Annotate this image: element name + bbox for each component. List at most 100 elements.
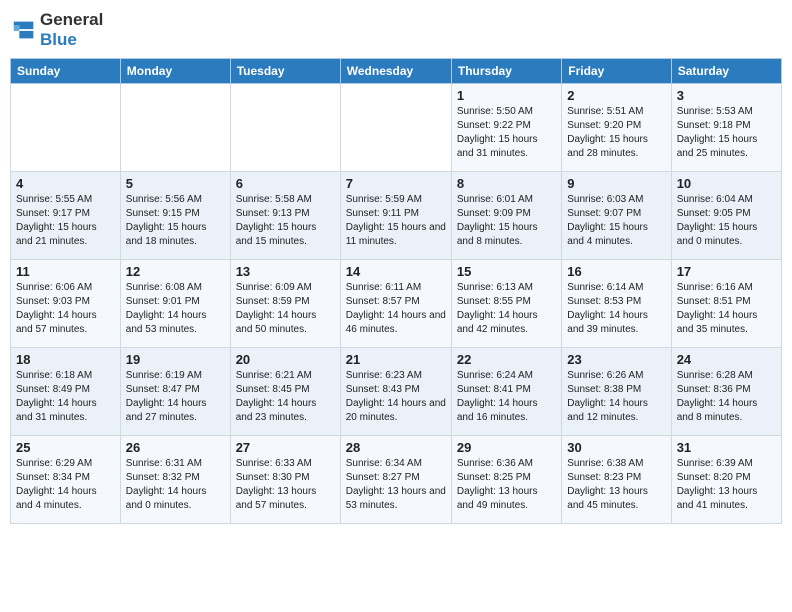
day-number: 30 (567, 440, 665, 455)
cell-content: Sunrise: 6:19 AM Sunset: 8:47 PM Dayligh… (126, 369, 225, 425)
day-number: 6 (236, 176, 335, 191)
cell-content: Sunrise: 5:56 AM Sunset: 9:15 PM Dayligh… (126, 193, 225, 249)
cell-content: Sunrise: 6:13 AM Sunset: 8:55 PM Dayligh… (457, 281, 556, 337)
cell-content: Sunrise: 6:16 AM Sunset: 8:51 PM Dayligh… (677, 281, 776, 337)
calendar-cell: 11 Sunrise: 6:06 AM Sunset: 9:03 PM Dayli… (11, 260, 121, 348)
page-header: General Blue (10, 10, 782, 50)
calendar-week-2: 4 Sunrise: 5:55 AM Sunset: 9:17 PM Daylig… (11, 172, 782, 260)
calendar-cell: 18Sunrise: 6:18 AM Sunset: 8:49 PM Dayli… (11, 348, 121, 436)
cell-content: Sunrise: 6:36 AM Sunset: 8:25 PM Dayligh… (457, 457, 556, 513)
day-number: 26 (126, 440, 225, 455)
cell-content: Sunrise: 6:11 AM Sunset: 8:57 PM Dayligh… (346, 281, 446, 337)
day-number: 2 (567, 88, 665, 103)
day-number: 13 (236, 264, 335, 279)
calendar-week-5: 25 Sunrise: 6:29 AM Sunset: 8:34 PM Dayli… (11, 436, 782, 524)
cell-content: Sunrise: 6:24 AM Sunset: 8:41 PM Dayligh… (457, 369, 556, 425)
calendar-cell: 13Sunrise: 6:09 AM Sunset: 8:59 PM Dayli… (230, 260, 340, 348)
day-number: 4 (16, 176, 115, 191)
calendar-cell: 28 Sunrise: 6:34 AM Sunset: 8:27 PM Dayli… (340, 436, 451, 524)
day-number: 17 (677, 264, 776, 279)
day-number: 14 (346, 264, 446, 279)
cell-content: Sunrise: 6:03 AM Sunset: 9:07 PM Dayligh… (567, 193, 665, 249)
cell-content: Sunrise: 6:08 AM Sunset: 9:01 PM Dayligh… (126, 281, 225, 337)
day-number: 29 (457, 440, 556, 455)
calendar-week-1: 1Sunrise: 5:50 AM Sunset: 9:22 PM Daylig… (11, 84, 782, 172)
day-number: 11 (16, 264, 115, 279)
calendar-cell: 20 Sunrise: 6:21 AM Sunset: 8:45 PM Dayli… (230, 348, 340, 436)
weekday-header-thursday: Thursday (451, 59, 561, 84)
calendar-cell: 2 Sunrise: 5:51 AM Sunset: 9:20 PM Daylig… (562, 84, 671, 172)
logo-text: General Blue (40, 10, 103, 50)
calendar-week-4: 18Sunrise: 6:18 AM Sunset: 8:49 PM Dayli… (11, 348, 782, 436)
calendar-cell: 23 Sunrise: 6:26 AM Sunset: 8:38 PM Dayli… (562, 348, 671, 436)
calendar-cell: 25 Sunrise: 6:29 AM Sunset: 8:34 PM Dayli… (11, 436, 121, 524)
calendar-table: SundayMondayTuesdayWednesdayThursdayFrid… (10, 58, 782, 524)
day-number: 31 (677, 440, 776, 455)
cell-content: Sunrise: 6:33 AM Sunset: 8:30 PM Dayligh… (236, 457, 335, 513)
cell-content: Sunrise: 6:26 AM Sunset: 8:38 PM Dayligh… (567, 369, 665, 425)
calendar-cell: 24 Sunrise: 6:28 AM Sunset: 8:36 PM Dayli… (671, 348, 781, 436)
calendar-cell: 7Sunrise: 5:59 AM Sunset: 9:11 PM Daylig… (340, 172, 451, 260)
calendar-cell (340, 84, 451, 172)
day-number: 25 (16, 440, 115, 455)
calendar-cell: 4 Sunrise: 5:55 AM Sunset: 9:17 PM Daylig… (11, 172, 121, 260)
day-number: 20 (236, 352, 335, 367)
cell-content: Sunrise: 6:28 AM Sunset: 8:36 PM Dayligh… (677, 369, 776, 425)
cell-content: Sunrise: 5:55 AM Sunset: 9:17 PM Dayligh… (16, 193, 115, 249)
cell-content: Sunrise: 6:23 AM Sunset: 8:43 PM Dayligh… (346, 369, 446, 425)
calendar-cell: 27 Sunrise: 6:33 AM Sunset: 8:30 PM Dayli… (230, 436, 340, 524)
calendar-cell: 8 Sunrise: 6:01 AM Sunset: 9:09 PM Daylig… (451, 172, 561, 260)
calendar-cell: 22 Sunrise: 6:24 AM Sunset: 8:41 PM Dayli… (451, 348, 561, 436)
calendar-cell: 5Sunrise: 5:56 AM Sunset: 9:15 PM Daylig… (120, 172, 230, 260)
cell-content: Sunrise: 6:01 AM Sunset: 9:09 PM Dayligh… (457, 193, 556, 249)
cell-content: Sunrise: 6:06 AM Sunset: 9:03 PM Dayligh… (16, 281, 115, 337)
calendar-cell (120, 84, 230, 172)
cell-content: Sunrise: 5:58 AM Sunset: 9:13 PM Dayligh… (236, 193, 335, 249)
day-number: 9 (567, 176, 665, 191)
day-number: 10 (677, 176, 776, 191)
cell-content: Sunrise: 6:31 AM Sunset: 8:32 PM Dayligh… (126, 457, 225, 513)
day-number: 16 (567, 264, 665, 279)
calendar-cell: 1Sunrise: 5:50 AM Sunset: 9:22 PM Daylig… (451, 84, 561, 172)
weekday-header-sunday: Sunday (11, 59, 121, 84)
calendar-cell: 12 Sunrise: 6:08 AM Sunset: 9:01 PM Dayli… (120, 260, 230, 348)
cell-content: Sunrise: 6:38 AM Sunset: 8:23 PM Dayligh… (567, 457, 665, 513)
calendar-cell: 26 Sunrise: 6:31 AM Sunset: 8:32 PM Dayli… (120, 436, 230, 524)
cell-content: Sunrise: 5:53 AM Sunset: 9:18 PM Dayligh… (677, 105, 776, 161)
weekday-header-friday: Friday (562, 59, 671, 84)
day-number: 28 (346, 440, 446, 455)
calendar-cell (230, 84, 340, 172)
calendar-week-3: 11 Sunrise: 6:06 AM Sunset: 9:03 PM Dayli… (11, 260, 782, 348)
calendar-cell: 3 Sunrise: 5:53 AM Sunset: 9:18 PM Daylig… (671, 84, 781, 172)
logo-icon (10, 16, 38, 44)
logo: General Blue (10, 10, 103, 50)
calendar-cell: 10 Sunrise: 6:04 AM Sunset: 9:05 PM Dayli… (671, 172, 781, 260)
weekday-header-saturday: Saturday (671, 59, 781, 84)
day-number: 23 (567, 352, 665, 367)
day-number: 27 (236, 440, 335, 455)
cell-content: Sunrise: 6:21 AM Sunset: 8:45 PM Dayligh… (236, 369, 335, 425)
calendar-cell: 31Sunrise: 6:39 AM Sunset: 8:20 PM Dayli… (671, 436, 781, 524)
calendar-cell (11, 84, 121, 172)
day-number: 22 (457, 352, 556, 367)
cell-content: Sunrise: 6:34 AM Sunset: 8:27 PM Dayligh… (346, 457, 446, 513)
day-number: 24 (677, 352, 776, 367)
cell-content: Sunrise: 6:04 AM Sunset: 9:05 PM Dayligh… (677, 193, 776, 249)
cell-content: Sunrise: 5:51 AM Sunset: 9:20 PM Dayligh… (567, 105, 665, 161)
day-number: 18 (16, 352, 115, 367)
calendar-cell: 14 Sunrise: 6:11 AM Sunset: 8:57 PM Dayli… (340, 260, 451, 348)
calendar-header: SundayMondayTuesdayWednesdayThursdayFrid… (11, 59, 782, 84)
calendar-cell: 29 Sunrise: 6:36 AM Sunset: 8:25 PM Dayli… (451, 436, 561, 524)
day-number: 21 (346, 352, 446, 367)
calendar-cell: 17 Sunrise: 6:16 AM Sunset: 8:51 PM Dayli… (671, 260, 781, 348)
cell-content: Sunrise: 5:50 AM Sunset: 9:22 PM Dayligh… (457, 105, 556, 161)
day-number: 7 (346, 176, 446, 191)
day-number: 8 (457, 176, 556, 191)
calendar-cell: 15Sunrise: 6:13 AM Sunset: 8:55 PM Dayli… (451, 260, 561, 348)
day-number: 3 (677, 88, 776, 103)
day-number: 12 (126, 264, 225, 279)
weekday-header-monday: Monday (120, 59, 230, 84)
day-number: 19 (126, 352, 225, 367)
calendar-cell: 9 Sunrise: 6:03 AM Sunset: 9:07 PM Daylig… (562, 172, 671, 260)
cell-content: Sunrise: 6:29 AM Sunset: 8:34 PM Dayligh… (16, 457, 115, 513)
